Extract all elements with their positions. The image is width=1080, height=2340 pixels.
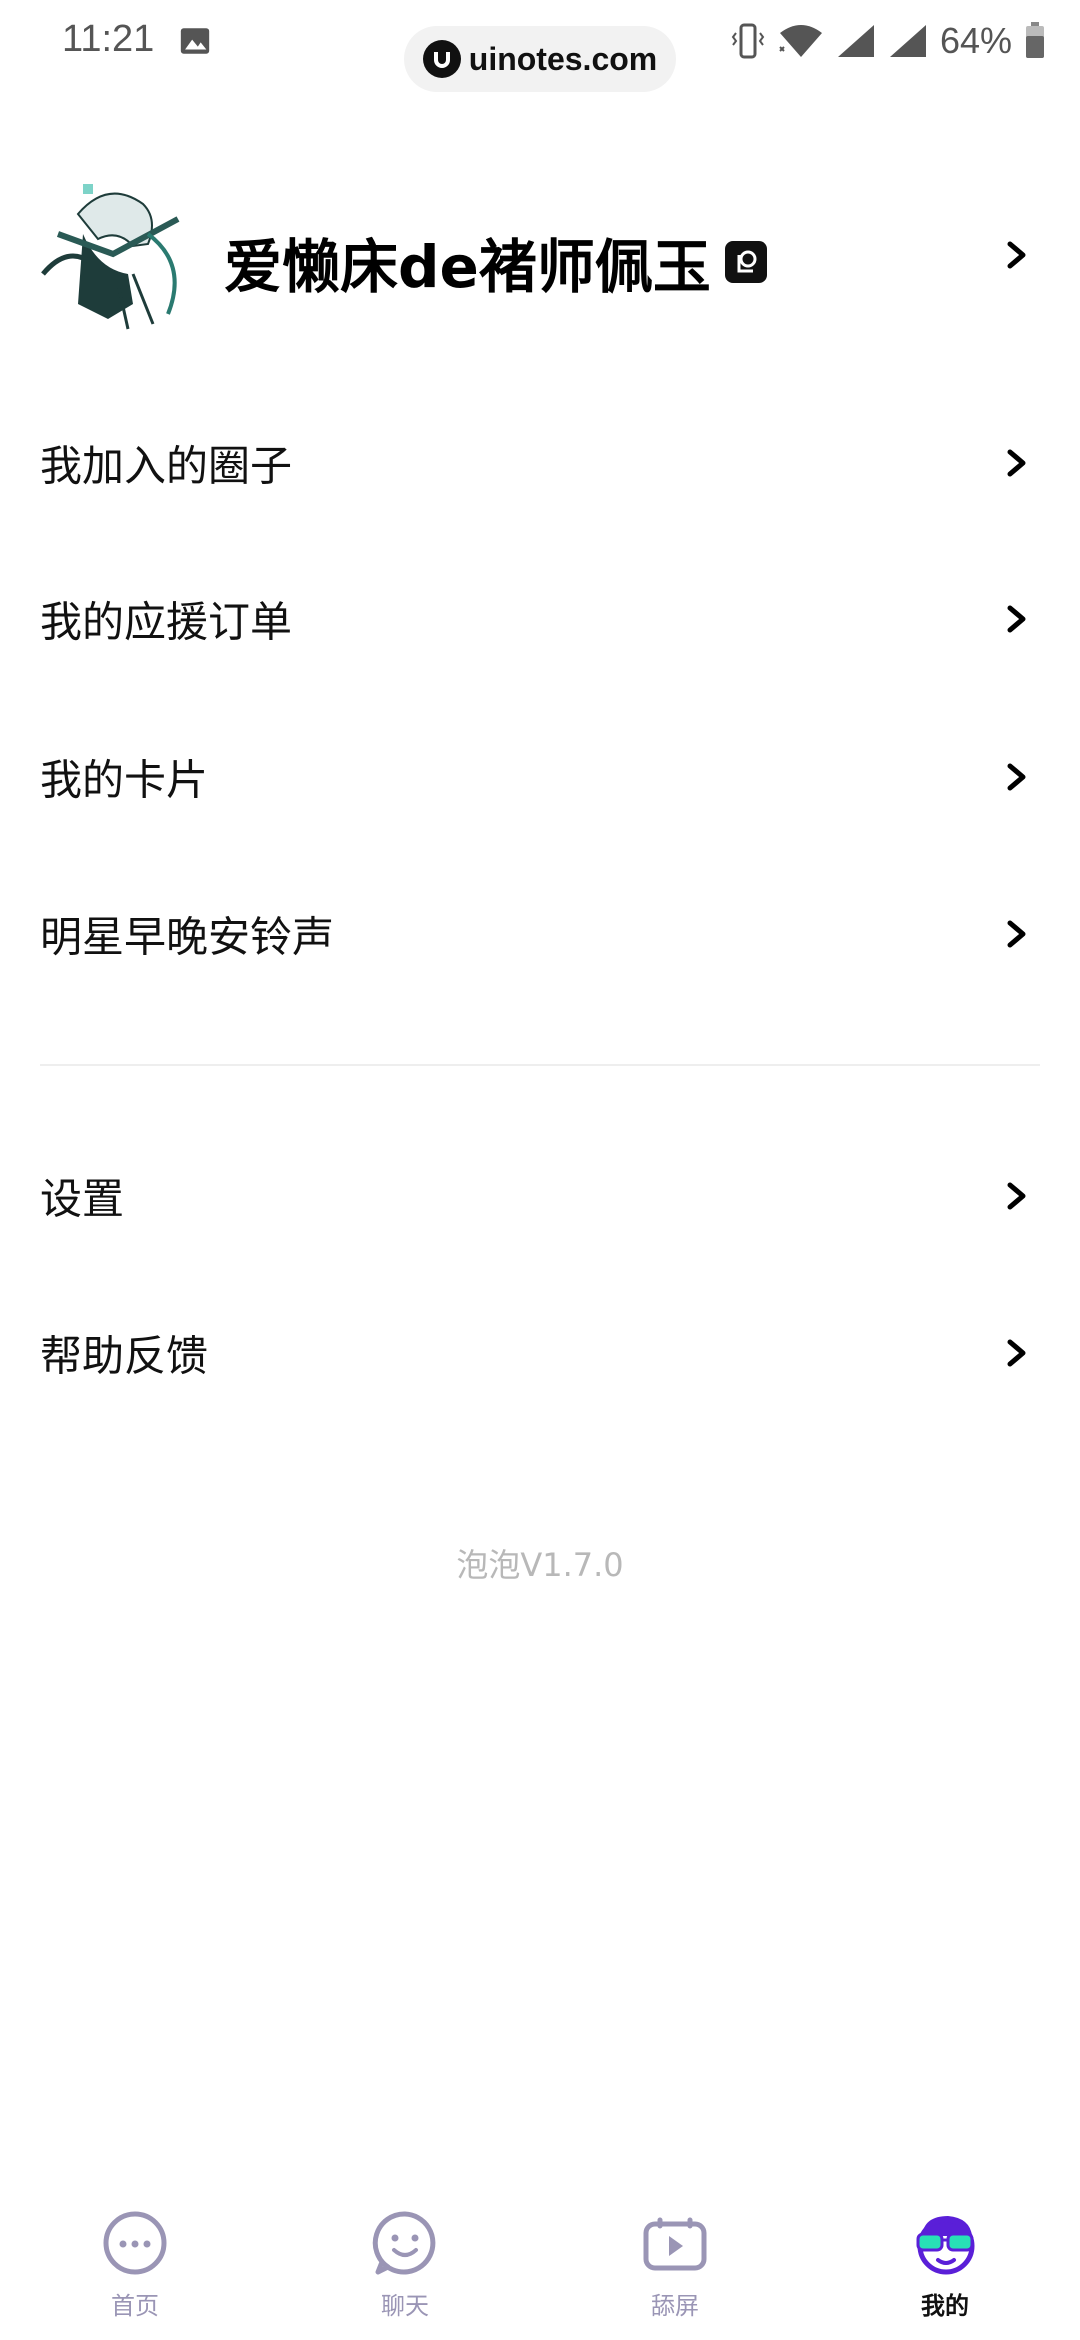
wifi-icon: [779, 25, 822, 57]
avatar[interactable]: [38, 174, 196, 332]
menu-item-my-cards[interactable]: 我的卡片: [0, 699, 1080, 855]
chevron-right-icon: [1007, 241, 1026, 269]
chat-dots-icon: [103, 2211, 167, 2275]
tab-label: 我的: [921, 2292, 969, 2320]
status-time: 11:21: [62, 18, 155, 60]
battery-icon: [1026, 22, 1044, 58]
profile-header[interactable]: 爱懒床de褚师佩玉: [0, 170, 1080, 345]
tab-label: 聊天: [381, 2292, 429, 2320]
battery-percent: 64%: [939, 20, 1012, 61]
menu-item-star-ringtones[interactable]: 明星早晚安铃声: [0, 856, 1080, 1012]
tab-chat[interactable]: 聊天: [270, 2200, 540, 2340]
menu-item-label: 设置: [40, 1174, 125, 1224]
url-text: uinotes.com: [468, 40, 658, 77]
chevron-right-icon: [1007, 920, 1026, 948]
profile-name-row: 爱懒床de褚师佩玉: [224, 220, 767, 304]
tv-play-icon: [643, 2217, 707, 2271]
chevron-right-icon: [1007, 605, 1026, 633]
menu-item-label: 我加入的圈子: [40, 441, 293, 491]
menu-item-joined-circles[interactable]: 我加入的圈子: [0, 385, 1080, 541]
status-icons: 64%: [730, 18, 1046, 64]
app-version: 泡泡V1.7.0: [456, 1546, 624, 1584]
chevron-right-icon: [1007, 763, 1026, 791]
vibrate-icon: [731, 23, 765, 59]
url-pill[interactable]: uinotes.com: [404, 26, 676, 92]
gallery-notification-icon: [180, 28, 210, 54]
tab-home[interactable]: 首页: [0, 2200, 270, 2340]
status-bar: 11:21 uinotes.com 64%: [0, 0, 1080, 92]
chevron-right-icon: [1007, 1182, 1026, 1210]
chevron-right-icon: [1007, 1339, 1026, 1367]
uinotes-logo-icon: [422, 40, 461, 78]
menu-item-support-orders[interactable]: 我的应援订单: [0, 541, 1080, 697]
verified-badge-icon: [724, 241, 767, 283]
section-divider: [40, 1064, 1040, 1066]
menu-item-settings[interactable]: 设置: [0, 1118, 1080, 1274]
menu-item-help-feedback[interactable]: 帮助反馈: [0, 1275, 1080, 1431]
menu-item-label: 帮助反馈: [40, 1331, 209, 1381]
smiley-bubble-icon: [372, 2211, 436, 2275]
chevron-right-icon: [1007, 449, 1026, 477]
menu-item-label: 我的应援订单: [40, 597, 293, 647]
sunglasses-face-icon: [916, 2216, 975, 2275]
profile-name: 爱懒床de褚师佩玉: [224, 233, 711, 301]
tab-mine[interactable]: 我的: [810, 2200, 1080, 2340]
menu-item-label: 明星早晚安铃声: [40, 912, 335, 962]
signal-icon-2: [889, 25, 926, 57]
tab-lickscreen[interactable]: 舔屏: [540, 2200, 810, 2340]
tab-label: 舔屏: [651, 2292, 699, 2320]
menu-item-label: 我的卡片: [40, 755, 209, 805]
tab-label: 首页: [111, 2292, 159, 2320]
signal-icon-1: [837, 25, 874, 57]
bottom-nav: 首页 聊天 舔屏 我的: [0, 2200, 1080, 2340]
